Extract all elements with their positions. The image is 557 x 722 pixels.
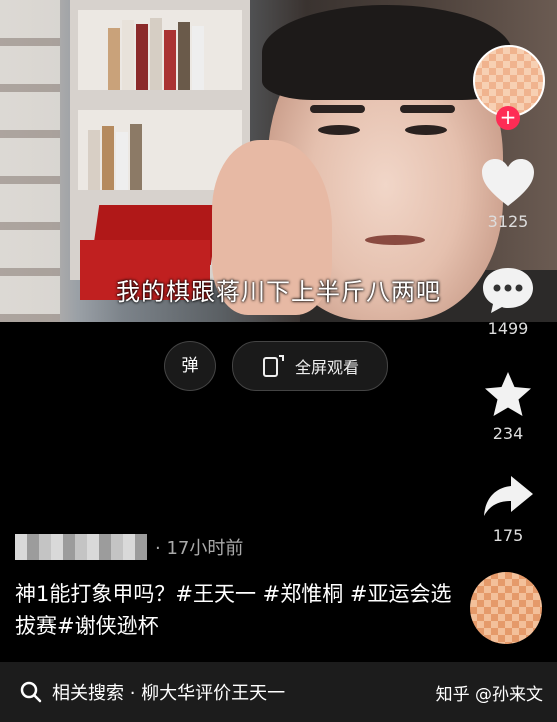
mouth: [365, 235, 425, 245]
star-icon: [485, 372, 531, 416]
danmu-button[interactable]: 弹: [164, 341, 216, 391]
music-disc-avatar[interactable]: [470, 572, 542, 644]
danmu-label: 弹: [181, 356, 199, 376]
favorite-button[interactable]: 234: [478, 370, 538, 443]
share-button[interactable]: 175: [478, 472, 538, 545]
watermark: 知乎 @孙来文: [435, 685, 543, 705]
eye: [405, 125, 447, 135]
related-search-text: 相关搜索 · 柳大华评价王天一: [52, 683, 286, 704]
comment-button[interactable]: 1499: [478, 265, 538, 338]
eyebrow: [310, 105, 365, 113]
comment-icon: [483, 268, 533, 313]
eye: [318, 125, 360, 135]
search-icon: [20, 681, 42, 703]
eyebrow: [400, 105, 455, 113]
post-meta: · 17小时前: [15, 534, 243, 560]
fullscreen-label: 全屏观看: [294, 358, 359, 377]
video-subtitle: 我的棋跟蒋川下上半斤八两吧: [116, 278, 441, 306]
video-player[interactable]: 我的棋跟蒋川下上半斤八两吧: [0, 0, 557, 322]
fullscreen-button[interactable]: 全屏观看: [232, 341, 388, 391]
share-count: 175: [492, 526, 524, 545]
favorite-count: 234: [492, 424, 524, 443]
fullscreen-icon: [262, 355, 284, 377]
author-name-blurred[interactable]: [15, 534, 147, 560]
heart-icon: [482, 159, 534, 206]
comment-count: 1499: [487, 319, 529, 338]
post-description: 神1能打象甲吗？#王天一 #郑惟桐 #亚运会选拔赛#谢侠逊杯: [15, 582, 452, 638]
follow-button[interactable]: +: [496, 106, 520, 130]
post-time: · 17小时前: [155, 538, 244, 559]
like-button[interactable]: 3125: [478, 158, 538, 231]
share-icon: [484, 476, 533, 516]
like-count: 3125: [487, 212, 529, 231]
